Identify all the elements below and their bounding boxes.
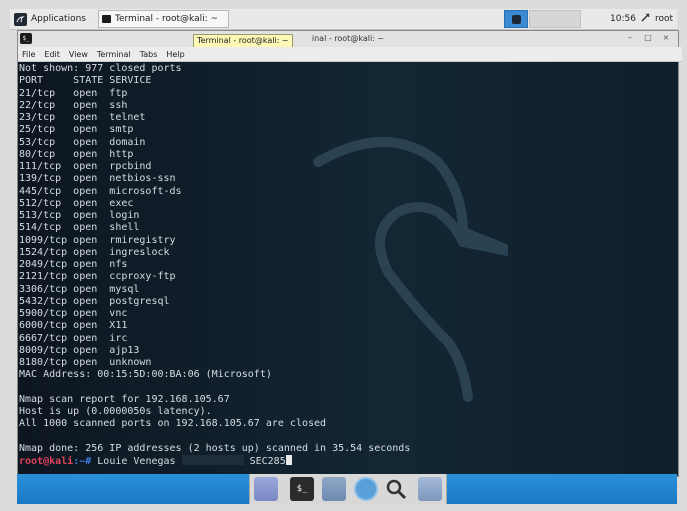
- close-icon[interactable]: ×: [661, 33, 671, 43]
- terminal-line: Not shown: 977 closed ports: [19, 63, 182, 74]
- terminal-line: 513/tcp open login: [19, 210, 140, 221]
- terminal-line: Host is up (0.0000050s latency).: [19, 406, 212, 417]
- terminal-line: MAC Address: 00:15:5D:00:BA:06 (Microsof…: [19, 369, 272, 381]
- terminal-window: $_ inal - root@kali: ~ Terminal - root@k…: [17, 30, 682, 477]
- terminal-line: Nmap scan report for 192.168.105.67: [19, 393, 230, 405]
- menu-file[interactable]: File: [22, 50, 35, 59]
- menu-terminal[interactable]: Terminal: [97, 50, 131, 59]
- taskbar-terminal-label: Terminal - root@kali: ~: [115, 14, 219, 24]
- typed-text-name: Louie Venegas: [97, 456, 182, 467]
- prompt-path: :~#: [73, 456, 98, 467]
- user-label: root: [655, 14, 674, 24]
- wrench-icon: [640, 12, 651, 26]
- terminal-line: 5432/tcp open postgresql: [19, 295, 170, 307]
- show-desktop-icon[interactable]: [254, 477, 278, 501]
- dock: $_: [17, 474, 677, 504]
- terminal-line: 445/tcp open microsoft-ds: [19, 185, 182, 197]
- terminal-line: 5900/tcp open vnc: [19, 308, 128, 319]
- terminal-line: 21/tcp open ftp: [19, 87, 128, 99]
- window-title: inal - root@kali: ~: [311, 34, 385, 43]
- clock[interactable]: 10:56: [610, 9, 636, 29]
- redacted-block: [181, 455, 244, 465]
- top-panel: Applications Terminal - root@kali: ~ 10:…: [10, 9, 677, 30]
- terminal-line: 512/tcp open exec: [19, 197, 134, 209]
- terminal-line: 6667/tcp open irc: [19, 332, 128, 344]
- workspace-1-button[interactable]: [504, 10, 528, 28]
- terminal-line: 514/tcp open shell: [19, 222, 140, 234]
- terminal-scan-output: Not shown: 977 closed ports PORT STATE SE…: [19, 63, 410, 455]
- menu-tabs[interactable]: Tabs: [140, 50, 158, 59]
- typed-text-course: SEC285: [243, 456, 286, 467]
- terminal-icon: [102, 15, 111, 23]
- prompt-host: root@kali: [19, 456, 74, 467]
- menu-help[interactable]: Help: [166, 50, 184, 59]
- terminal-line: 139/tcp open netbios-ssn: [19, 173, 176, 185]
- text-cursor: [285, 455, 292, 465]
- terminal-line: 23/tcp open telnet: [19, 112, 146, 123]
- menu-bar: File Edit View Terminal Tabs Help: [18, 47, 682, 62]
- terminal-line: 25/tcp open smtp: [19, 124, 134, 136]
- search-icon[interactable]: [384, 477, 408, 501]
- terminal-line: 6000/tcp open X11: [19, 320, 128, 332]
- terminal-line: Nmap done: 256 IP addresses (2 hosts up)…: [19, 442, 411, 454]
- workspace-2-button[interactable]: [529, 10, 581, 28]
- terminal-output-area[interactable]: Not shown: 977 closed ports PORT STATE SE…: [18, 62, 678, 476]
- window-titlebar[interactable]: $_ inal - root@kali: ~ Terminal - root@k…: [18, 31, 678, 48]
- taskbar-tooltip: Terminal - root@kali: ~: [193, 34, 293, 48]
- home-folder-icon[interactable]: [418, 477, 442, 501]
- terminal-line: 2121/tcp open ccproxy-ftp: [19, 271, 176, 283]
- terminal-line: 111/tcp open rpcbind: [19, 161, 152, 172]
- kali-logo-icon: [14, 12, 27, 26]
- minimize-icon[interactable]: –: [625, 33, 635, 43]
- workspace-window-icon: [511, 14, 521, 24]
- terminal-line: 80/tcp open http: [19, 148, 134, 160]
- user-menu[interactable]: root: [640, 9, 673, 29]
- terminal-line: 8180/tcp open unknown: [19, 357, 152, 368]
- terminal-line: All 1000 scanned ports on 192.168.105.67…: [19, 418, 327, 430]
- terminal-line: 22/tcp open ssh: [19, 99, 128, 111]
- terminal-line: 3306/tcp open mysql: [19, 283, 140, 295]
- menu-view[interactable]: View: [69, 50, 88, 59]
- terminal-line: 2049/tcp open nfs: [19, 259, 128, 270]
- file-manager-icon[interactable]: [322, 477, 346, 501]
- terminal-line: 53/tcp open domain: [19, 136, 146, 148]
- applications-label: Applications: [31, 14, 86, 24]
- terminal-line: 8009/tcp open ajp13: [19, 344, 140, 356]
- web-browser-icon[interactable]: [354, 477, 378, 501]
- terminal-prompt-line[interactable]: root@kali:~# Louie Venegas SEC285: [19, 455, 292, 468]
- taskbar-terminal-button[interactable]: Terminal - root@kali: ~: [98, 10, 229, 28]
- applications-menu-button[interactable]: Applications: [14, 9, 86, 29]
- terminal-line: PORT STATE SERVICE: [19, 75, 152, 87]
- dock-launcher-group: $_: [249, 474, 447, 504]
- maximize-icon[interactable]: □: [643, 33, 653, 43]
- terminal-line: 1099/tcp open rmiregistry: [19, 234, 176, 246]
- terminal-launcher-icon[interactable]: $_: [290, 477, 314, 501]
- terminal-line: 1524/tcp open ingreslock: [19, 246, 170, 258]
- menu-edit[interactable]: Edit: [44, 50, 60, 59]
